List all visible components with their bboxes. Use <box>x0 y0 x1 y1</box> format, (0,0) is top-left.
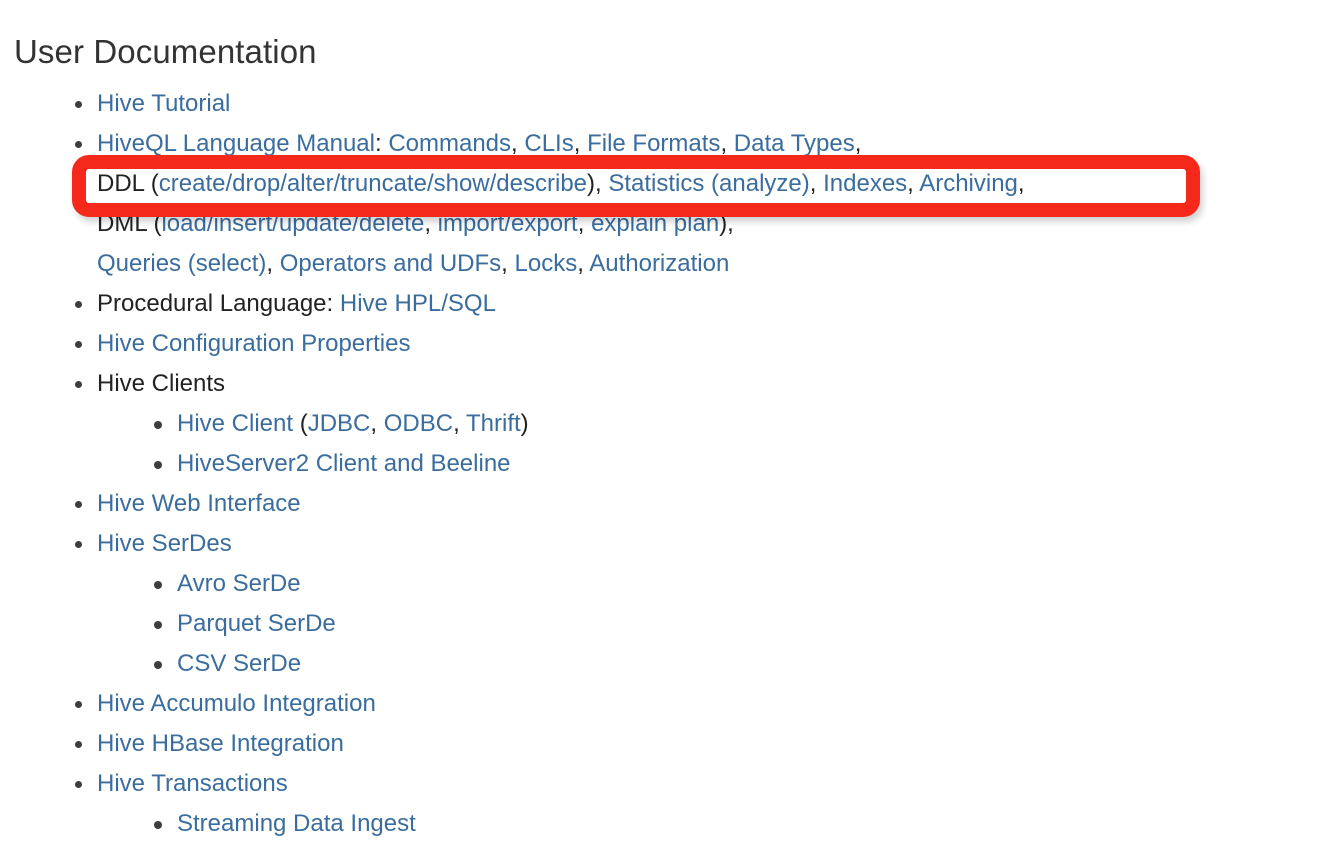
list-item-hiveserver2-client-and-beeline: HiveServer2 Client and Beeline <box>0 444 1318 484</box>
bullet-icon <box>75 101 82 108</box>
text-hiveql-language-manual-9: , <box>854 130 862 157</box>
text-procedural-language-0: Procedural Language: <box>97 290 340 317</box>
link-hive-web-interface-0[interactable]: Hive Web Interface <box>97 490 301 517</box>
list-item-hive-serdes: Hive SerDes <box>0 524 1318 564</box>
link-hiveql-language-manual-6[interactable]: File Formats <box>587 130 720 157</box>
text-ddl-line-7: , <box>907 170 920 197</box>
text-hiveql-language-manual-3: , <box>511 130 525 157</box>
text-hive-client-3: , <box>370 410 384 437</box>
bullet-icon <box>154 461 162 469</box>
text-queries-line-5: , <box>577 250 590 277</box>
link-procedural-language-1[interactable]: Hive HPL/SQL <box>340 290 496 317</box>
link-csv-serde-0[interactable]: CSV SerDe <box>177 650 301 677</box>
text-hive-client-7: ) <box>520 410 529 437</box>
link-hive-accumulo-integration-0[interactable]: Hive Accumulo Integration <box>97 690 376 717</box>
link-ddl-line-2[interactable]: create/drop/alter/truncate/show/describe <box>159 170 587 197</box>
link-hiveserver2-client-and-beeline-0[interactable]: HiveServer2 Client and Beeline <box>177 450 511 477</box>
list-item-hive-clients: Hive Clients <box>0 364 1318 404</box>
bullet-icon <box>154 821 162 829</box>
link-queries-line-0[interactable]: Queries (select) <box>97 250 266 277</box>
link-queries-line-4[interactable]: Locks <box>515 250 578 277</box>
text-ddl-line-9: , <box>1017 170 1025 197</box>
link-hiveql-language-manual-8[interactable]: Data Types <box>734 130 855 157</box>
text-ddl-line-3: ), <box>587 170 609 197</box>
bullet-icon <box>75 341 82 348</box>
text-hive-client-5: , <box>453 410 466 437</box>
bullet-icon <box>75 141 82 148</box>
list-item-procedural-language: Procedural Language: Hive HPL/SQL <box>0 284 1318 324</box>
text-queries-line-1: , <box>266 250 280 277</box>
link-ddl-line-6[interactable]: Indexes <box>823 170 907 197</box>
text-hive-clients-0: Hive Clients <box>97 370 226 397</box>
bullet-icon <box>154 661 162 669</box>
text-hive-client-1: ( <box>293 410 308 437</box>
link-parquet-serde-0[interactable]: Parquet SerDe <box>177 610 336 637</box>
list-item-hive-accumulo-integration: Hive Accumulo Integration <box>0 684 1318 724</box>
list-item-continuation-queries-line: Queries (select), Operators and UDFs, Lo… <box>0 244 1318 284</box>
list-item-streaming-data-ingest: Streaming Data Ingest <box>0 804 1318 844</box>
bullet-icon <box>75 701 82 708</box>
bullet-icon <box>154 621 162 629</box>
bullet-icon <box>154 581 162 589</box>
link-hiveql-language-manual-4[interactable]: CLIs <box>524 130 573 157</box>
link-ddl-line-8[interactable]: Archiving <box>919 170 1018 197</box>
list-item-parquet-serde: Parquet SerDe <box>0 604 1318 644</box>
bullet-icon <box>75 781 82 788</box>
bullet-icon <box>75 381 82 388</box>
link-queries-line-6[interactable]: Authorization <box>589 250 729 277</box>
bullet-icon <box>154 421 162 429</box>
link-hive-client-2[interactable]: JDBC <box>308 410 371 437</box>
link-hive-hbase-integration-0[interactable]: Hive HBase Integration <box>97 730 344 757</box>
bullet-icon <box>75 541 82 548</box>
bullet-icon <box>75 301 82 308</box>
list-item-hive-transactions: Hive Transactions <box>0 764 1318 804</box>
bullet-icon <box>75 501 82 508</box>
list-item-hive-client: Hive Client (JDBC, ODBC, Thrift) <box>0 404 1318 444</box>
link-ddl-line-4[interactable]: Statistics (analyze) <box>608 170 809 197</box>
link-hive-transactions-0[interactable]: Hive Transactions <box>97 770 288 797</box>
link-hiveql-language-manual-0[interactable]: HiveQL Language Manual <box>97 130 375 157</box>
link-avro-serde-0[interactable]: Avro SerDe <box>177 570 301 597</box>
link-hive-tutorial-0[interactable]: Hive Tutorial <box>97 90 230 117</box>
list-item-csv-serde: CSV SerDe <box>0 644 1318 684</box>
text-hiveql-language-manual-7: , <box>720 130 734 157</box>
list-item-hive-hbase-integration: Hive HBase Integration <box>0 724 1318 764</box>
list-item-avro-serde: Avro SerDe <box>0 564 1318 604</box>
highlighted-ddl-line[interactable]: DDL (create/drop/alter/truncate/show/des… <box>97 164 1025 204</box>
documentation-page: User Documentation Hive Tutorial HiveQL L… <box>0 0 1318 856</box>
text-queries-line-3: , <box>501 250 515 277</box>
text-ddl-line-0: DDL <box>97 170 151 197</box>
text-hiveql-language-manual-1: : <box>374 130 389 157</box>
list-item-hive-tutorial: Hive Tutorial <box>0 84 1318 124</box>
link-queries-line-2[interactable]: Operators and UDFs <box>280 250 501 277</box>
link-hive-client-0[interactable]: Hive Client <box>177 410 293 437</box>
page-title: User Documentation <box>14 33 317 71</box>
link-hive-configuration-properties-0[interactable]: Hive Configuration Properties <box>97 330 411 357</box>
link-hive-client-4[interactable]: ODBC <box>384 410 453 437</box>
link-streaming-data-ingest-0[interactable]: Streaming Data Ingest <box>177 810 416 837</box>
list-item-hive-configuration-properties: Hive Configuration Properties <box>0 324 1318 364</box>
link-hiveql-language-manual-2[interactable]: Commands <box>388 130 511 157</box>
text-ddl-line-1: ( <box>150 170 159 197</box>
text-hiveql-language-manual-5: , <box>573 130 588 157</box>
link-hive-serdes-0[interactable]: Hive SerDes <box>97 530 232 557</box>
text-ddl-line-5: , <box>809 170 824 197</box>
list-item-hive-web-interface: Hive Web Interface <box>0 484 1318 524</box>
bullet-icon <box>75 741 82 748</box>
link-hive-client-6[interactable]: Thrift <box>466 410 521 437</box>
